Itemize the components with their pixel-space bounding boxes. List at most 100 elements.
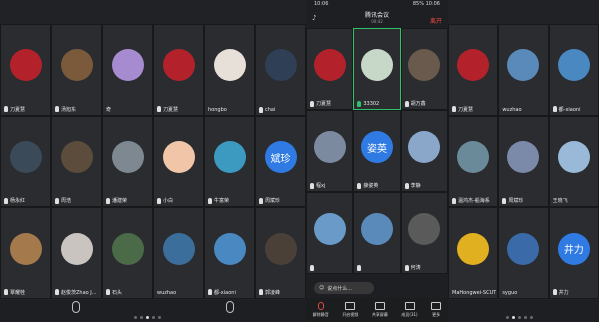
toolbar-button[interactable]: 解除静音 — [313, 302, 329, 318]
participant-label: 刀夏慧 — [452, 106, 473, 113]
avatar — [9, 141, 42, 173]
participant-tile[interactable]: 刀夏慧 — [0, 24, 51, 116]
participant-label: 都-xiaoni — [552, 106, 581, 113]
participant-tile[interactable]: 刀夏慧 — [306, 28, 354, 110]
avatar: 斌珍 — [264, 141, 297, 173]
page-dot[interactable] — [140, 316, 143, 319]
participant-tile[interactable]: 周斌珍 — [498, 115, 549, 208]
mic-icon — [502, 197, 507, 204]
participant-tile[interactable]: 郭凌峰 — [255, 207, 306, 299]
avatar — [9, 49, 42, 82]
members-icon — [404, 302, 415, 310]
participant-tile[interactable]: 何涛 — [400, 192, 448, 274]
chat-placeholder: 说点什么... — [327, 285, 352, 292]
participant-name: 周浩 — [61, 198, 72, 205]
meeting-title[interactable]: 腾讯会议 — [306, 10, 448, 19]
page-dot[interactable] — [512, 316, 515, 319]
mic-icon[interactable] — [226, 301, 234, 313]
avatar — [408, 131, 441, 163]
earpiece-icon[interactable]: ♪ — [312, 14, 316, 22]
page-dot[interactable] — [506, 316, 509, 319]
mic-icon[interactable] — [72, 301, 80, 313]
participant-tile[interactable]: 牛富荣 — [204, 115, 255, 208]
toolbar-label: 更多 — [432, 312, 441, 317]
status-time: 10:06 — [314, 1, 329, 7]
leave-button[interactable]: 离开 — [430, 16, 442, 25]
participant-tile[interactable]: hongbo — [204, 24, 255, 116]
participant-tile[interactable]: 刀夏慧 — [153, 24, 204, 116]
participant-tile[interactable]: syguo — [498, 207, 549, 299]
mic-icon — [259, 106, 263, 113]
avatar — [162, 141, 195, 173]
participant-tile[interactable]: 斌珍 周斌珍 — [255, 115, 306, 208]
participant-tile[interactable]: 石头 — [102, 207, 153, 299]
avatar — [507, 141, 540, 173]
page-dot[interactable] — [146, 316, 149, 319]
participant-tile[interactable]: 刀夏慧 — [448, 24, 499, 116]
page-dot[interactable] — [152, 316, 155, 319]
participant-tile[interactable] — [306, 192, 354, 274]
avatar — [313, 213, 346, 245]
participant-tile[interactable]: wuzhao — [498, 24, 549, 116]
toolbar-button[interactable]: 更多 — [431, 302, 442, 318]
participant-tile[interactable]: 周浩 — [51, 115, 102, 208]
toolbar-button[interactable]: 共享屏幕 — [372, 302, 388, 318]
avatar — [360, 213, 393, 245]
page-dot[interactable] — [134, 316, 137, 319]
toolbar-button[interactable]: 开启视频 — [342, 302, 358, 318]
participant-tile[interactable]: 井力 井力 — [548, 207, 599, 299]
participant-name: 都-xiaoni — [214, 289, 236, 296]
participant-tile[interactable]: 汤旭东 — [51, 24, 102, 116]
participant-label — [310, 265, 316, 271]
mic-icon — [357, 265, 362, 271]
mic-off-icon — [317, 302, 324, 310]
participant-name: 程xj — [316, 183, 326, 189]
participant-tile[interactable]: wuzhao — [153, 207, 204, 299]
screenshot-composite: 刀夏慧 汤旭东奇刀夏慧 hongbo chai 杨永红 周浩 潘建荣 小白 牛富荣 斌珍 周斌珍 覃耀… — [0, 0, 599, 322]
mic-icon — [4, 289, 8, 296]
participant-tile[interactable]: MaHongwei-SCUT — [448, 207, 499, 299]
mic-icon — [106, 197, 110, 204]
page-dot[interactable] — [518, 316, 521, 319]
participant-tile[interactable]: 李静 — [400, 110, 448, 192]
participant-tile[interactable]: 33302 — [353, 28, 401, 110]
avatar — [457, 49, 490, 82]
participant-tile[interactable]: 温鸿杰-船海系 — [448, 115, 499, 208]
mic-icon — [4, 106, 8, 113]
mic-icon — [157, 197, 161, 204]
participant-tile[interactable]: 赵俊茨Zhao J... — [51, 207, 102, 299]
participant-label: 薛姿英 — [357, 182, 378, 189]
participant-tile[interactable]: 覃耀桂 — [0, 207, 51, 299]
participant-tile[interactable]: 程xj — [306, 110, 354, 192]
avatar — [213, 232, 246, 265]
participant-tile[interactable]: 小白 — [153, 115, 204, 208]
page-dot[interactable] — [158, 316, 161, 319]
participant-tile[interactable]: 奇 — [102, 24, 153, 116]
toolbar-button[interactable]: 成员(31) — [401, 302, 418, 318]
participant-grid: 刀夏慧 汤旭东 奇 刀夏慧 hongbo chai 杨永红 周浩 潘建荣 小白 牛富荣 斌珍 周斌珍 覃耀… — [0, 24, 306, 299]
mic-icon — [208, 289, 212, 296]
participant-label: 赵俊茨Zhao J... — [55, 289, 97, 296]
avatar — [60, 141, 93, 173]
participant-tile[interactable]: 姿英 薛姿英 — [353, 110, 401, 192]
participant-name: 温鸿杰-船海系 — [458, 198, 490, 205]
mic-icon — [259, 197, 263, 204]
participant-tile[interactable]: chai — [255, 24, 306, 116]
participant-tile[interactable]: 潘建荣 — [102, 115, 153, 208]
participant-tile[interactable]: 胡万鑫 — [400, 28, 448, 110]
participant-tile[interactable]: 都-xiaoni — [548, 24, 599, 116]
page-dot[interactable] — [530, 316, 533, 319]
participant-tile[interactable]: 王晓飞 — [548, 115, 599, 208]
participant-tile[interactable]: 都-xiaoni — [204, 207, 255, 299]
participant-name: 胡万鑫 — [410, 101, 426, 107]
participant-tile[interactable]: 杨永红 — [0, 115, 51, 208]
bottom-bar — [448, 300, 599, 322]
participant-label: 刀夏慧 — [310, 100, 331, 107]
avatar — [60, 232, 93, 265]
page-dot[interactable] — [524, 316, 527, 319]
chat-input[interactable]: ☺ 说点什么... — [314, 282, 374, 294]
avatar — [162, 49, 195, 82]
participant-tile[interactable] — [353, 192, 401, 274]
chat-icon: ☺ — [319, 285, 325, 291]
phone-meeting-panel: 10:06 85% 10:06 ♪ 腾讯会议 00:42 离开 刀夏慧 33302… — [306, 0, 448, 322]
